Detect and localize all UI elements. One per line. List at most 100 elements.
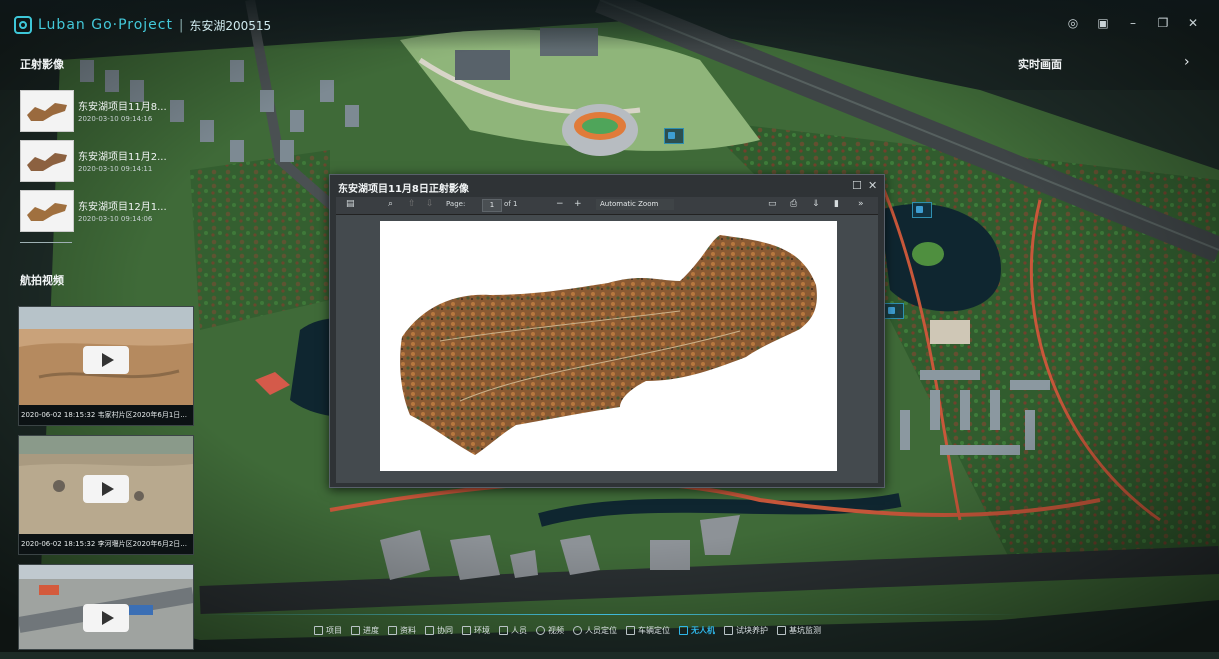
ortho-thumbnail [20,190,74,232]
nav-label: 试块养护 [736,625,768,635]
ortho-image-list: 东安湖项目11月8... 2020-03-10 09:14:16 东安湖项目11… [20,90,190,240]
title-separator: | [178,17,184,33]
app-logo: Luban Go·Project | 东安湖200515 [14,16,271,34]
drone-icon [679,625,688,635]
ortho-name: 东安湖项目11月8... [78,102,167,113]
ortho-item[interactable]: 东安湖项目11月2... 2020-03-10 09:14:11 [20,140,190,190]
location-icon [573,625,582,635]
nav-item-video[interactable]: 视频 [536,622,564,638]
app-name: Luban Go·Project [38,17,173,33]
play-icon[interactable] [83,604,129,632]
video-item[interactable] [18,564,194,650]
download-icon[interactable]: ⇓ [812,199,820,209]
next-page-icon[interactable]: ⇩ [426,199,434,209]
aerial-video-list: 2020-06-02 18:15:32 韦家村片区2020年6月1日... 20… [18,306,194,659]
vehicle-icon [626,625,635,635]
nav-item-personnel-location[interactable]: 人员定位 [573,622,617,638]
more-tools-icon[interactable]: » [858,199,864,209]
chevron-right-icon[interactable]: › [1184,54,1190,70]
maximize-icon[interactable]: ❐ [1155,15,1171,31]
nav-label: 视频 [548,625,564,635]
collaboration-icon [425,625,434,635]
window-controls: ◎ ▣ – ❐ ✕ [1065,15,1201,31]
nav-label: 无人机 [691,625,715,635]
nav-item-environment[interactable]: 环境 [462,622,490,638]
ortho-date: 2020-03-10 09:14:06 [78,215,153,223]
search-icon[interactable]: ⌕ [388,199,393,209]
pdf-toolbar: ▤ ⌕ ⇧ ⇩ Page: 1 of 1 − + Automatic Zoom … [336,197,878,215]
nav-item-progress[interactable]: 进度 [351,622,379,638]
previous-page-icon[interactable]: ⇧ [408,199,416,209]
nav-label: 进度 [363,625,379,635]
close-icon[interactable]: ✕ [868,179,877,192]
orthophoto-image [400,235,817,455]
pdf-viewport[interactable] [336,215,878,483]
page-total: of 1 [504,200,518,208]
bookmark-icon[interactable]: ▮ [834,199,839,209]
video-caption: 2020-06-02 18:15:32 李河堰片区2020年6月2日... [19,534,193,554]
ortho-section-title: 正射影像 [20,58,64,71]
nav-item-vehicle-location[interactable]: 车辆定位 [626,622,670,638]
nav-item-personnel[interactable]: 人员 [499,622,527,638]
monitor-icon [777,625,786,635]
play-icon[interactable] [83,475,129,503]
ortho-name: 东安湖项目12月1... [78,202,167,213]
ortho-date: 2020-03-10 09:14:11 [78,165,153,173]
ortho-item[interactable]: 东安湖项目11月8... 2020-03-10 09:14:16 [20,90,190,140]
open-file-icon[interactable]: ▭ [768,199,777,209]
ortho-name: 东安湖项目11月2... [78,152,167,163]
maximize-icon[interactable]: ☐ [852,179,862,192]
nav-label: 资料 [400,625,416,635]
nav-item-specimen-curing[interactable]: 试块养护 [724,622,768,638]
personnel-icon [499,625,508,635]
nav-label: 人员定位 [585,625,617,635]
nav-item-pit-monitoring[interactable]: 基坑监测 [777,622,821,638]
video-item[interactable]: 2020-06-02 18:15:32 李河堰片区2020年6月2日... [18,435,194,555]
ortho-item[interactable]: 东安湖项目12月1... 2020-03-10 09:14:06 [20,190,190,240]
map-marker[interactable] [884,303,904,319]
progress-icon [351,625,360,635]
ortho-date: 2020-03-10 09:14:16 [78,115,153,123]
bottom-navigation: 项目 进度 资料 协同 环境 人员 视频 人员定位 车辆定位 无人机 试块养护 … [314,622,830,638]
nav-item-project[interactable]: 项目 [314,622,342,638]
nav-label: 人员 [511,625,527,635]
nav-label: 环境 [474,625,490,635]
video-caption: 2020-06-02 18:15:32 韦家村片区2020年6月1日... [19,405,193,425]
project-name[interactable]: 东安湖200515 [189,17,271,34]
top-bar: Luban Go·Project | 东安湖200515 ◎ ▣ – ❐ ✕ [0,0,1219,50]
bottom-nav-divider [200,614,1020,615]
environment-icon [462,625,471,635]
nav-item-drone[interactable]: 无人机 [679,622,715,638]
luban-logo-icon [14,16,32,34]
dialog-title: 东安湖项目11月8日正射影像 [338,184,469,195]
map-marker[interactable] [912,202,932,218]
nav-label: 协同 [437,625,453,635]
nav-label: 项目 [326,625,342,635]
zoom-out-icon[interactable]: − [556,199,564,209]
ortho-thumbnail [20,90,74,132]
play-icon[interactable] [83,346,129,374]
project-icon [314,625,323,635]
map-marker[interactable] [664,128,684,144]
zoom-select[interactable]: Automatic Zoom [596,199,674,210]
zoom-in-icon[interactable]: + [574,199,582,209]
video-section-title: 航拍视频 [20,274,64,287]
nav-label: 基坑监测 [789,625,821,635]
nav-item-collaboration[interactable]: 协同 [425,622,453,638]
settings-icon[interactable]: ◎ [1065,15,1081,31]
sidebar-toggle-icon[interactable]: ▤ [346,199,355,209]
minimize-icon[interactable]: – [1125,15,1141,31]
print-icon[interactable]: ⎙ [790,199,797,209]
video-item[interactable]: 2020-06-02 18:15:32 韦家村片区2020年6月1日... [18,306,194,426]
documents-icon [388,625,397,635]
realtime-title: 实时画面 [1018,58,1062,71]
sidebar-divider [20,242,72,243]
close-icon[interactable]: ✕ [1185,15,1201,31]
nav-label: 车辆定位 [638,625,670,635]
tile-icon[interactable]: ▣ [1095,15,1111,31]
page-number-input[interactable]: 1 [482,199,502,212]
ortho-thumbnail [20,140,74,182]
nav-item-documents[interactable]: 资料 [388,622,416,638]
video-icon [536,625,545,635]
cube-icon [724,625,733,635]
